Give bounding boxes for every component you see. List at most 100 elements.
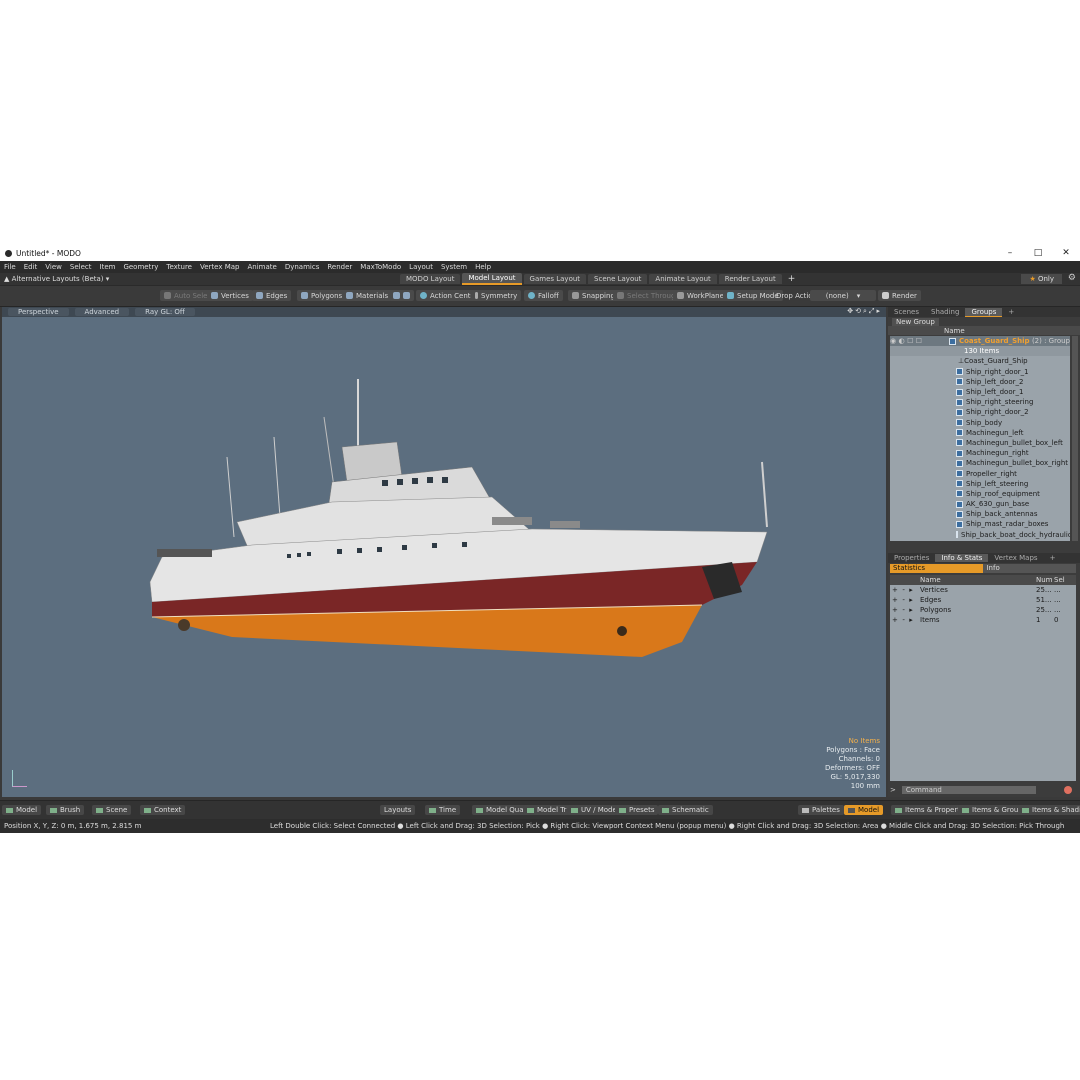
- scene-mode-button[interactable]: Scene: [92, 805, 132, 815]
- view-type-button[interactable]: Perspective: [8, 308, 69, 316]
- minimize-icon[interactable]: –: [996, 248, 1024, 258]
- menu-maxtomodo[interactable]: MaxToModo: [356, 263, 405, 271]
- expand-icon[interactable]: + - ▸: [890, 616, 920, 624]
- time-button[interactable]: Time: [425, 805, 461, 815]
- context-button[interactable]: Context: [140, 805, 186, 815]
- list-item[interactable]: AK_630_gun_base: [890, 499, 1070, 509]
- menu-help[interactable]: Help: [471, 263, 495, 271]
- command-input[interactable]: Command: [901, 786, 1036, 794]
- shading-mode-button[interactable]: Advanced: [74, 308, 130, 316]
- menu-render[interactable]: Render: [323, 263, 356, 271]
- menu-view[interactable]: View: [41, 263, 66, 271]
- menu-dynamics[interactable]: Dynamics: [281, 263, 324, 271]
- selection-mode-icons[interactable]: [389, 290, 414, 301]
- raygl-button[interactable]: Ray GL: Off: [135, 308, 195, 316]
- list-item[interactable]: Machinegun_bullet_box_right: [890, 458, 1070, 468]
- record-icon[interactable]: [1064, 786, 1072, 794]
- new-group-button[interactable]: New Group: [892, 317, 939, 326]
- items-shading-button[interactable]: Items & Shading: [1018, 805, 1080, 815]
- list-item[interactable]: Ship_right_door_2: [890, 407, 1070, 417]
- table-row[interactable]: + - ▸ Polygons 25... ...: [890, 605, 1076, 615]
- list-item[interactable]: Ship_left_steering: [890, 479, 1070, 489]
- list-item[interactable]: Ship_left_door_1: [890, 387, 1070, 397]
- list-item[interactable]: Machinegun_right: [890, 448, 1070, 458]
- tab-animate-layout[interactable]: Animate Layout: [649, 274, 717, 284]
- ship-model[interactable]: [2, 317, 886, 797]
- menu-layout[interactable]: Layout: [405, 263, 437, 271]
- table-row[interactable]: + - ▸ Edges 51... ...: [890, 595, 1076, 605]
- menu-animate[interactable]: Animate: [243, 263, 280, 271]
- add-tab-icon[interactable]: +: [1002, 308, 1020, 316]
- symmetry-button[interactable]: Symmetry: [471, 290, 522, 301]
- list-item[interactable]: Ship_left_door_2: [890, 377, 1070, 387]
- snapping-button[interactable]: Snapping: [568, 290, 619, 301]
- presets-button[interactable]: Presets: [615, 805, 659, 815]
- list-item[interactable]: ⊥ Coast_Guard_Ship: [890, 356, 1070, 366]
- expand-icon[interactable]: + - ▸: [890, 596, 920, 604]
- drop-action-select[interactable]: (none) ▾: [810, 290, 876, 301]
- palettes-button[interactable]: Palettes: [798, 805, 844, 815]
- only-button[interactable]: ★ Only: [1021, 274, 1062, 284]
- group-row[interactable]: ◉ ◐ ☐ ☐ Coast_Guard_Ship (2) : Group: [890, 336, 1070, 347]
- vertices-button[interactable]: Vertices: [207, 290, 253, 301]
- tab-groups[interactable]: Groups: [965, 307, 1003, 317]
- tab-scene-layout[interactable]: Scene Layout: [588, 274, 648, 284]
- schematic-button[interactable]: Schematic: [658, 805, 713, 815]
- menu-texture[interactable]: Texture: [162, 263, 196, 271]
- tab-model-layout[interactable]: Model Layout: [462, 273, 522, 285]
- groups-tree[interactable]: ◉ ◐ ☐ ☐ Coast_Guard_Ship (2) : Group 130…: [890, 336, 1070, 541]
- polygons-button[interactable]: Polygons: [297, 290, 347, 301]
- menu-system[interactable]: System: [437, 263, 471, 271]
- expand-icon[interactable]: + - ▸: [890, 606, 920, 614]
- render-button[interactable]: Render: [878, 290, 921, 301]
- model-layout-active-button[interactable]: Model: [844, 805, 884, 815]
- materials-button[interactable]: Materials: [342, 290, 393, 301]
- list-item[interactable]: Ship_right_steering: [890, 397, 1070, 407]
- gear-icon[interactable]: ⚙: [1068, 273, 1076, 283]
- list-item[interactable]: Ship_roof_equipment: [890, 489, 1070, 499]
- model-mode-button[interactable]: Model: [2, 805, 42, 815]
- list-item[interactable]: Machinegun_left: [890, 428, 1070, 438]
- visibility-icons[interactable]: ◉ ◐ ☐ ☐: [890, 337, 949, 345]
- list-item[interactable]: Machinegun_bullet_box_left: [890, 438, 1070, 448]
- model-tri-button[interactable]: Model Tri: [523, 805, 573, 815]
- tab-scenes[interactable]: Scenes: [888, 308, 925, 316]
- edges-button[interactable]: Edges: [252, 290, 292, 301]
- tab-info[interactable]: Info: [983, 564, 1076, 573]
- tab-render-layout[interactable]: Render Layout: [718, 274, 782, 284]
- tab-statistics[interactable]: Statistics: [890, 564, 984, 573]
- menu-edit[interactable]: Edit: [20, 263, 42, 271]
- tab-info-stats[interactable]: Info & Stats: [935, 554, 989, 562]
- tab-modo-layout[interactable]: MODO Layout: [400, 274, 461, 284]
- list-item[interactable]: Ship_back_boat_dock_hydraulic_el...: [890, 530, 1070, 540]
- menu-geometry[interactable]: Geometry: [119, 263, 162, 271]
- viewport-nav-icons[interactable]: ✥⟲⌕⤢▸: [847, 307, 882, 316]
- menu-file[interactable]: File: [0, 263, 20, 271]
- tab-properties[interactable]: Properties: [888, 554, 935, 562]
- expand-icon[interactable]: + - ▸: [890, 586, 920, 594]
- list-item[interactable]: Ship_body: [890, 418, 1070, 428]
- maximize-icon[interactable]: □: [1024, 248, 1052, 258]
- tab-games-layout[interactable]: Games Layout: [523, 274, 587, 284]
- list-item[interactable]: Ship_right_door_1: [890, 367, 1070, 377]
- list-item[interactable]: Ship_mast_radar_boxes: [890, 519, 1070, 529]
- table-row[interactable]: + - ▸ Vertices 25... ...: [890, 585, 1076, 595]
- workplane-button[interactable]: WorkPlane: [673, 290, 728, 301]
- falloff-button[interactable]: Falloff: [524, 290, 563, 301]
- tab-vertex-maps[interactable]: Vertex Maps: [988, 554, 1043, 562]
- brush-mode-button[interactable]: Brush: [46, 805, 85, 815]
- add-layout-icon[interactable]: +: [784, 274, 800, 284]
- name-column-header[interactable]: Name: [888, 327, 965, 335]
- tab-shading[interactable]: Shading: [925, 308, 965, 316]
- 3d-viewport[interactable]: Perspective Advanced Ray GL: Off ✥⟲⌕⤢▸ N…: [2, 307, 886, 797]
- close-icon[interactable]: ✕: [1052, 248, 1080, 258]
- table-row[interactable]: + - ▸ Items 1 0: [890, 615, 1076, 625]
- menu-select[interactable]: Select: [66, 263, 96, 271]
- list-item[interactable]: Ship_back_antennas: [890, 509, 1070, 519]
- menu-vertex-map[interactable]: Vertex Map: [196, 263, 244, 271]
- list-item[interactable]: Propeller_right: [890, 468, 1070, 478]
- alternative-layouts-dropdown[interactable]: ▲ Alternative Layouts (Beta) ▾: [0, 275, 400, 283]
- add-tab-icon[interactable]: +: [1044, 554, 1062, 562]
- menu-item[interactable]: Item: [96, 263, 120, 271]
- layouts-button[interactable]: Layouts: [380, 805, 416, 815]
